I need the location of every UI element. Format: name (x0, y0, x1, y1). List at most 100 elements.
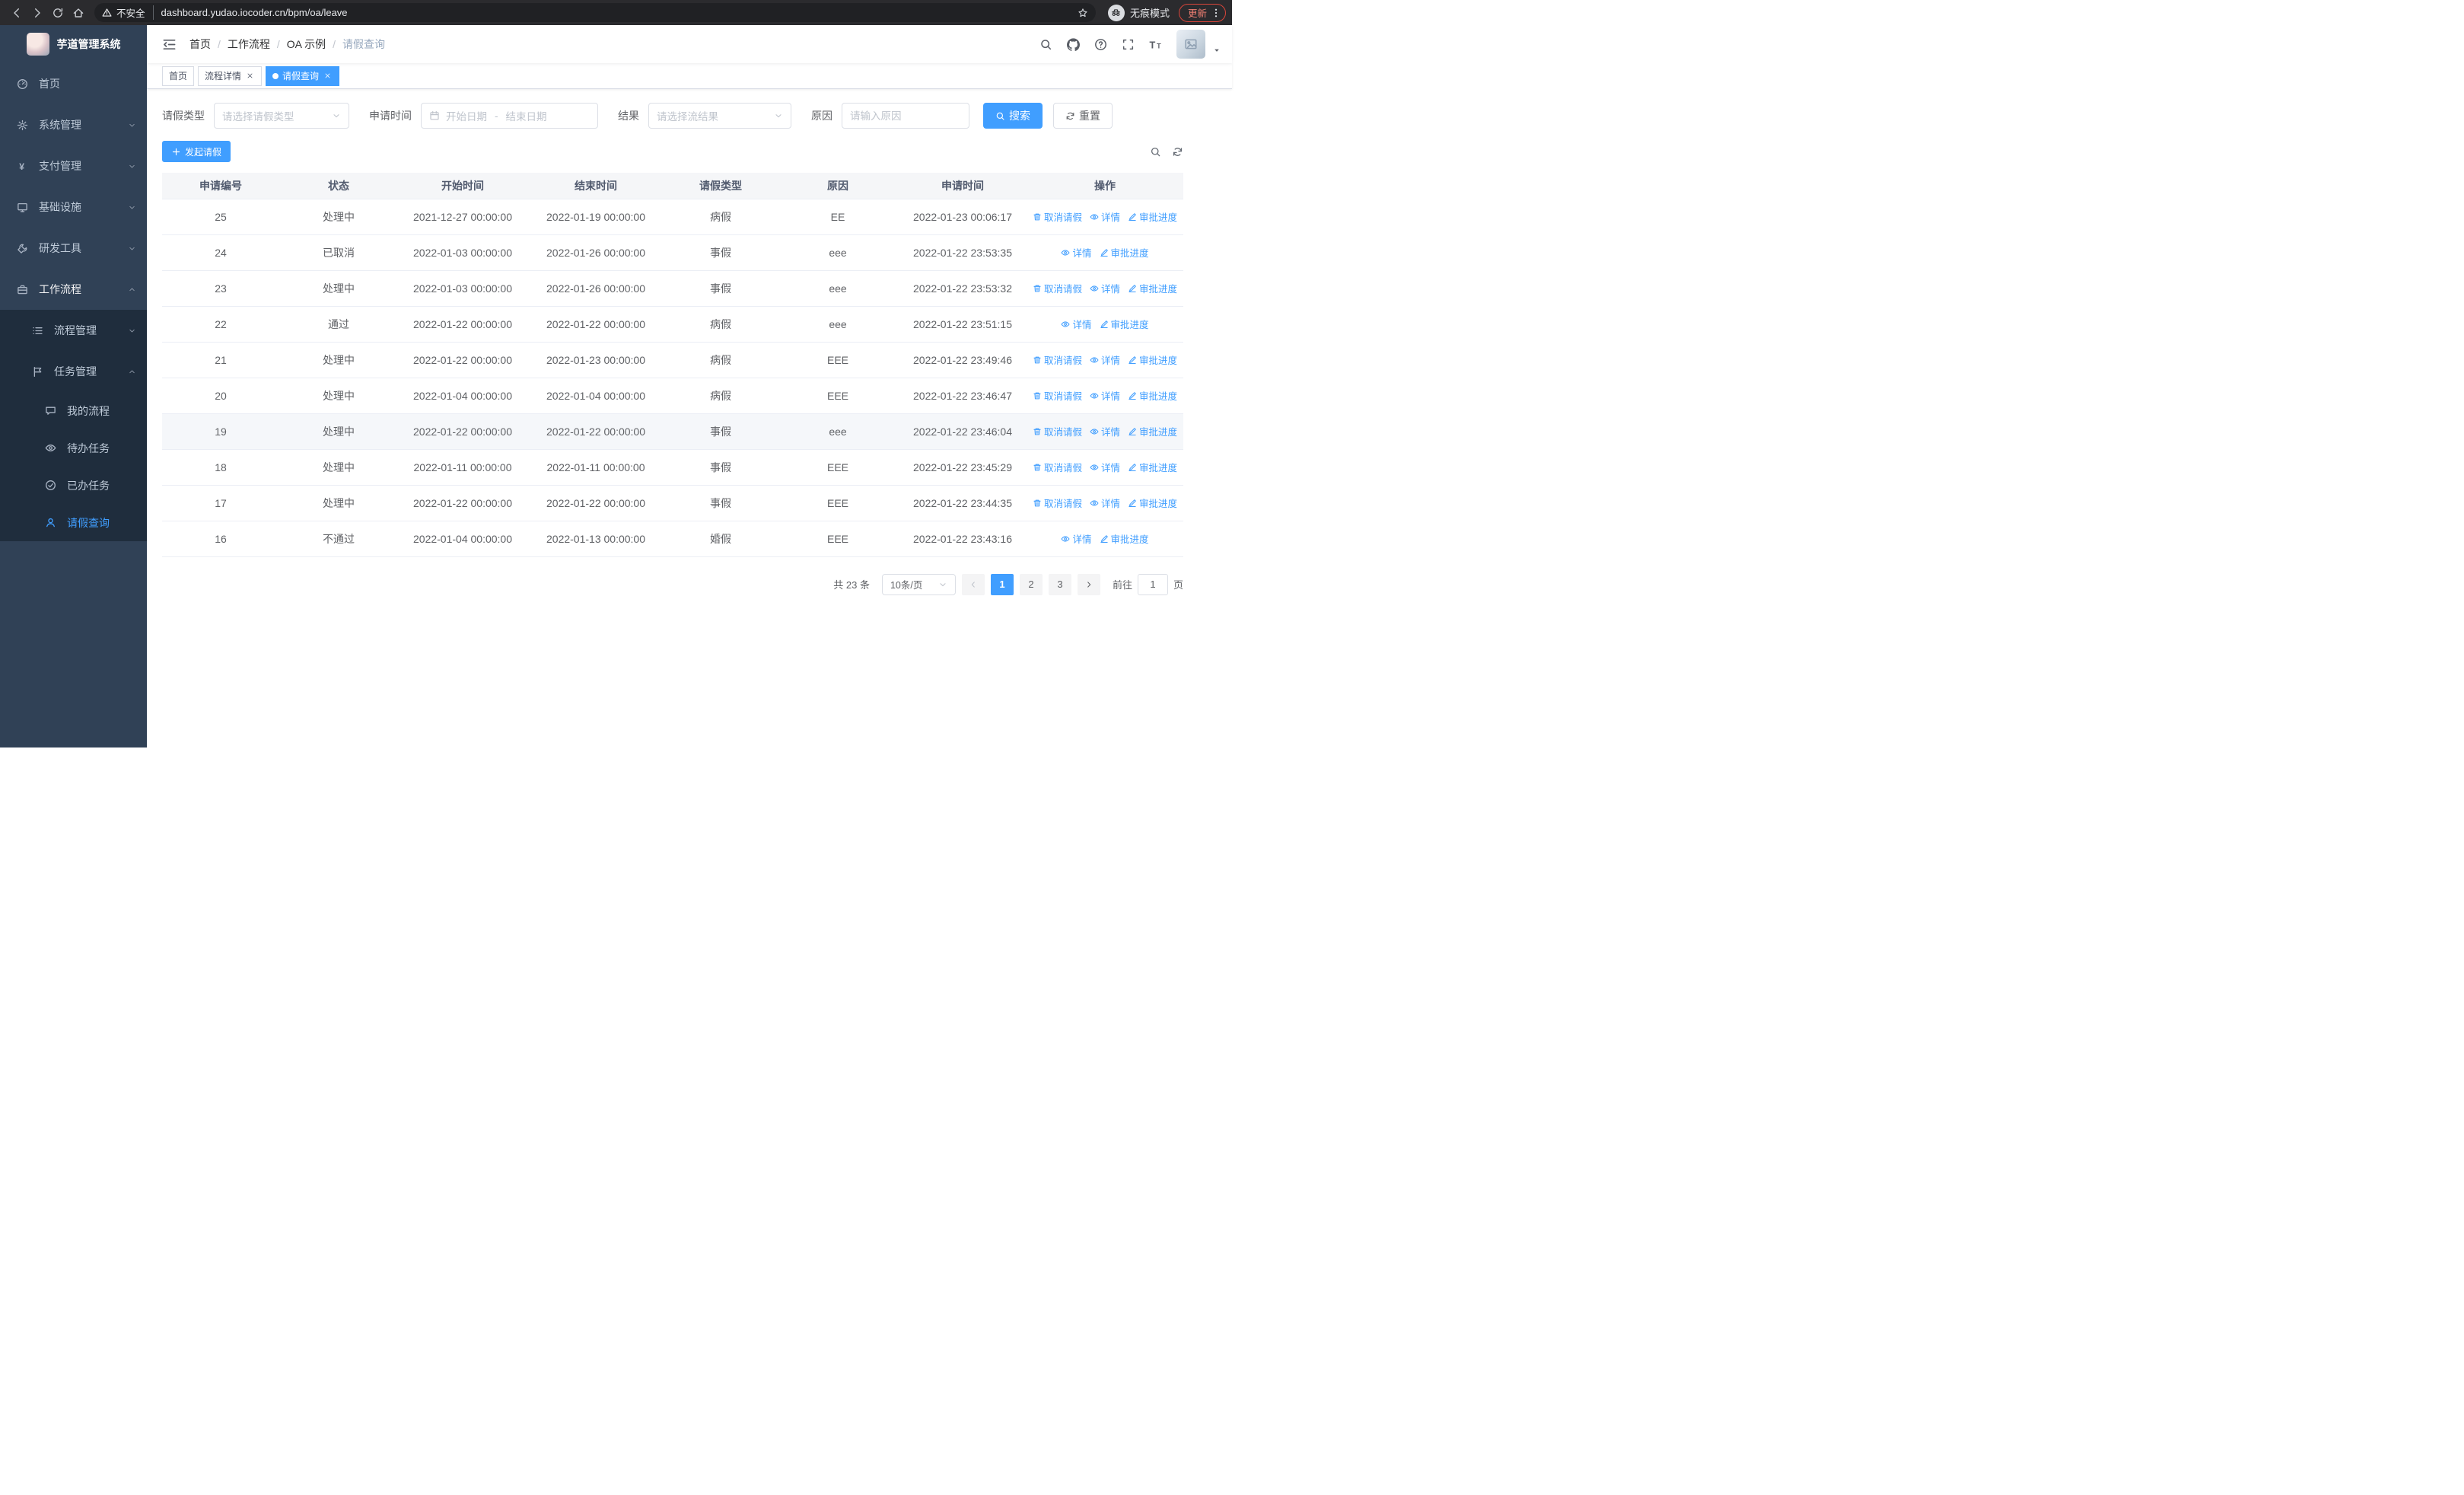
sidebar-item-home[interactable]: 首页 (0, 63, 147, 104)
eye-icon (1090, 212, 1099, 222)
wrench-icon (15, 243, 29, 254)
action-progress-link[interactable]: 审批进度 (1128, 460, 1177, 474)
edit-icon (1100, 320, 1109, 329)
table-row: 23 处理中 2022-01-03 00:00:00 2022-01-26 00:00… (162, 270, 1183, 307)
tab-home[interactable]: 首页 (162, 65, 195, 86)
breadcrumb-item[interactable]: 工作流程 (228, 37, 270, 52)
page-size-select[interactable]: 10条/页 (881, 573, 956, 595)
sidebar-item-payment[interactable]: ¥ 支付管理 (0, 145, 147, 186)
action-detail-link[interactable]: 详情 (1061, 245, 1092, 260)
action-detail-link[interactable]: 详情 (1090, 460, 1120, 474)
eye-icon (1090, 427, 1099, 436)
sidebar-item-my-processes[interactable]: 我的流程 (0, 392, 147, 429)
menu-dots-icon[interactable] (1211, 8, 1221, 18)
cell-leave_type: 婚假 (664, 521, 777, 557)
action-progress-link[interactable]: 审批进度 (1128, 424, 1177, 438)
cell-status: 处理中 (279, 485, 398, 521)
action-cancel-link[interactable]: 取消请假 (1033, 209, 1082, 224)
action-detail-link[interactable]: 详情 (1061, 531, 1092, 546)
toggle-search-icon[interactable] (1150, 146, 1161, 158)
sidebar-item-devtools[interactable]: 研发工具 (0, 228, 147, 269)
sidebar-item-infrastructure[interactable]: 基础设施 (0, 186, 147, 228)
sidebar-item-done-tasks[interactable]: 已办任务 (0, 467, 147, 504)
next-page-button[interactable] (1077, 573, 1100, 595)
cell-apply_time: 2022-01-22 23:44:35 (899, 485, 1027, 521)
github-icon[interactable] (1067, 37, 1080, 51)
action-cancel-link[interactable]: 取消请假 (1033, 424, 1082, 438)
reset-button[interactable]: 重置 (1053, 103, 1113, 129)
action-cancel-link[interactable]: 取消请假 (1033, 460, 1082, 474)
result-select[interactable]: 请选择流结果 (648, 103, 791, 129)
breadcrumb-item[interactable]: 首页 (189, 37, 211, 52)
chevron-right-icon (1084, 580, 1094, 589)
action-detail-link[interactable]: 详情 (1090, 424, 1120, 438)
action-progress-link[interactable]: 审批进度 (1128, 388, 1177, 403)
action-label: 取消请假 (1043, 427, 1082, 438)
sidebar-item-system[interactable]: 系统管理 (0, 104, 147, 145)
cell-reason: eee (777, 413, 899, 450)
breadcrumb-separator: / (276, 38, 280, 50)
forward-icon[interactable] (27, 2, 47, 23)
app-logo[interactable]: 芋道管理系统 (0, 25, 147, 63)
edit-icon (1128, 355, 1137, 365)
page-button-1[interactable]: 1 (990, 573, 1014, 595)
sidebar-item-leave-query[interactable]: 请假查询 (0, 504, 147, 541)
caret-down-icon[interactable] (1213, 46, 1221, 59)
cell-status: 处理中 (279, 342, 398, 378)
edit-icon (1128, 391, 1137, 400)
goto-page-input[interactable] (1137, 573, 1168, 595)
tab-process-detail[interactable]: 流程详情 (198, 65, 263, 86)
action-cancel-link[interactable]: 取消请假 (1033, 496, 1082, 510)
action-detail-link[interactable]: 详情 (1061, 317, 1092, 331)
tab-leave-query[interactable]: 请假查询 (266, 65, 340, 86)
close-icon[interactable] (323, 71, 333, 81)
action-progress-link[interactable]: 审批进度 (1128, 281, 1177, 295)
refresh-table-icon[interactable] (1172, 146, 1183, 158)
user-avatar[interactable] (1176, 30, 1205, 59)
reason-input[interactable] (842, 103, 969, 129)
close-icon[interactable] (245, 71, 255, 81)
search-button[interactable]: 搜索 (983, 103, 1043, 129)
page-button-2[interactable]: 2 (1019, 573, 1043, 595)
create-leave-button[interactable]: 发起请假 (162, 141, 231, 162)
action-detail-link[interactable]: 详情 (1090, 209, 1120, 224)
action-cancel-link[interactable]: 取消请假 (1033, 281, 1082, 295)
leave-type-select[interactable]: 请选择请假类型 (214, 103, 349, 129)
action-detail-link[interactable]: 详情 (1090, 281, 1120, 295)
home-icon[interactable] (68, 2, 88, 23)
sidebar-collapse-icon[interactable] (158, 37, 180, 52)
browser-update-button[interactable]: 更新 (1178, 3, 1226, 22)
font-size-icon[interactable]: TT (1149, 38, 1162, 51)
action-cancel-link[interactable]: 取消请假 (1033, 352, 1082, 367)
sidebar-item-todo-tasks[interactable]: 待办任务 (0, 429, 147, 467)
cell-reason: eee (777, 306, 899, 343)
action-detail-link[interactable]: 详情 (1090, 352, 1120, 367)
security-chip[interactable]: 不安全 (102, 5, 154, 20)
action-progress-link[interactable]: 审批进度 (1128, 352, 1177, 367)
action-detail-link[interactable]: 详情 (1090, 388, 1120, 403)
sidebar-item-label: 我的流程 (67, 404, 110, 417)
reload-icon[interactable] (47, 2, 68, 23)
action-progress-link[interactable]: 审批进度 (1128, 496, 1177, 510)
bookmark-star-icon[interactable] (1078, 8, 1088, 18)
search-icon[interactable] (1039, 38, 1052, 51)
sidebar-item-process-management[interactable]: 流程管理 (0, 310, 147, 351)
page-button-3[interactable]: 3 (1048, 573, 1071, 595)
incognito-indicator[interactable]: 无痕模式 (1107, 4, 1170, 21)
action-label: 详情 (1100, 427, 1120, 438)
action-progress-link[interactable]: 审批进度 (1128, 209, 1177, 224)
action-progress-link[interactable]: 审批进度 (1100, 317, 1149, 331)
date-range-picker[interactable]: 开始日期 - 结束日期 (421, 103, 598, 129)
address-bar[interactable]: 不安全 dashboard.yudao.iocoder.cn/bpm/oa/le… (94, 3, 1096, 22)
sidebar-item-workflow[interactable]: 工作流程 (0, 269, 147, 310)
cell-apply_time: 2022-01-22 23:43:16 (899, 521, 1027, 557)
back-icon[interactable] (6, 2, 27, 23)
action-detail-link[interactable]: 详情 (1090, 496, 1120, 510)
sidebar-item-task-management[interactable]: 任务管理 (0, 351, 147, 392)
help-icon[interactable] (1094, 38, 1107, 51)
action-progress-link[interactable]: 审批进度 (1100, 245, 1149, 260)
breadcrumb-item[interactable]: OA 示例 (287, 37, 326, 52)
fullscreen-icon[interactable] (1122, 38, 1135, 51)
action-cancel-link[interactable]: 取消请假 (1033, 388, 1082, 403)
action-progress-link[interactable]: 审批进度 (1100, 531, 1149, 546)
